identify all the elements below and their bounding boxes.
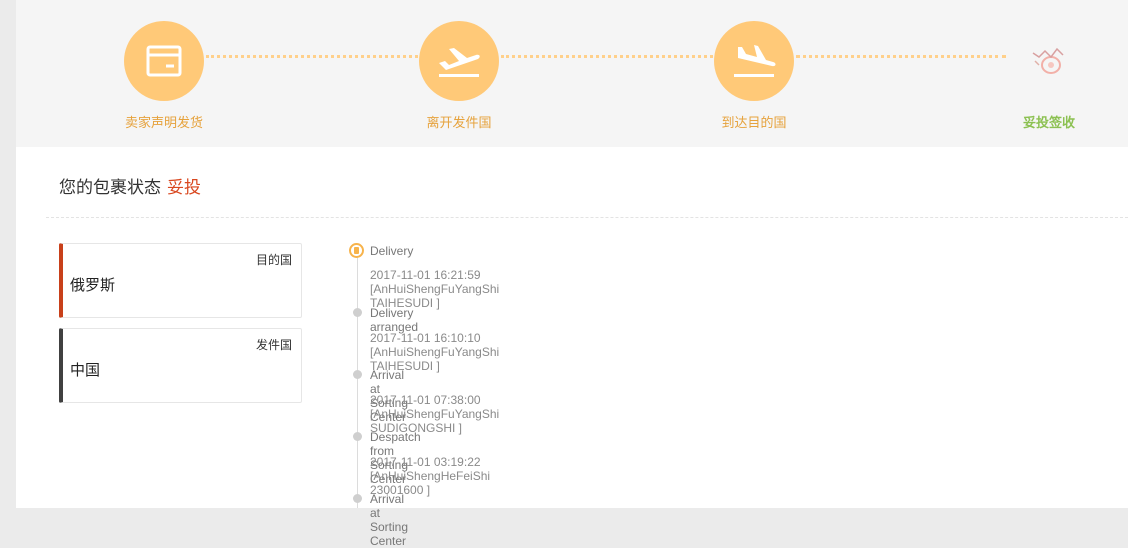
timeline-detail: 2017-11-01 07:38:00 [AnHuiShengFuYangShi… [370,393,500,435]
plane-arrival-icon [714,21,794,101]
destination-tag: 目的国 [255,253,292,267]
divider [46,217,1128,218]
box-icon [124,21,204,101]
timeline-detail: 2017-11-01 03:19:22 [AnHuiShengHeFeiShi … [370,455,491,497]
timeline-line [357,256,358,508]
timeline-dot [353,432,362,441]
destination-country-name: 俄罗斯 [70,277,116,294]
shipping-progress-bar: 卖家声明发货 离开发件国 到达目的国 妥投签收 [16,0,1128,147]
timeline-event: Delivery arranged [370,306,419,334]
package-status: 您的包裹状态 妥投 [59,173,201,198]
step-seller-shipped: 卖家声明发货 [64,21,264,131]
origin-country-card: 发件国 中国 [59,328,302,403]
plane-departure-icon [419,21,499,101]
destination-country-card: 目的国 俄罗斯 [59,243,302,318]
current-status-icon [349,243,364,258]
signed-delivery-icon [1009,21,1089,101]
origin-tag: 发件国 [255,338,292,352]
step-label: 卖家声明发货 [124,115,203,130]
step-arrived-destination: 到达目的国 [654,21,854,131]
timeline-dot [353,370,362,379]
timeline-detail: 2017-11-01 16:21:59 [AnHuiShengFuYangShi… [370,268,500,310]
timeline-dot [353,494,362,503]
status-label: 您的包裹状态 [59,178,161,197]
timeline-dot [353,308,362,317]
step-label: 离开发件国 [426,115,492,130]
tracking-page: 卖家声明发货 离开发件国 到达目的国 妥投签收 您的包裹状态 妥投 目的国 俄罗… [16,0,1128,548]
timeline-detail: 2017-11-01 16:10:10 [AnHuiShengFuYangShi… [370,331,500,373]
timeline-event: Arrival at Sorting Center [370,492,409,548]
step-left-origin: 离开发件国 [359,21,559,131]
status-value: 妥投 [167,178,201,197]
step-label: 到达目的国 [721,115,787,130]
timeline-event: Delivery [370,244,414,258]
step-label: 妥投签收 [1022,115,1075,130]
origin-country-name: 中国 [70,362,101,379]
step-delivered: 妥投签收 [949,21,1128,131]
